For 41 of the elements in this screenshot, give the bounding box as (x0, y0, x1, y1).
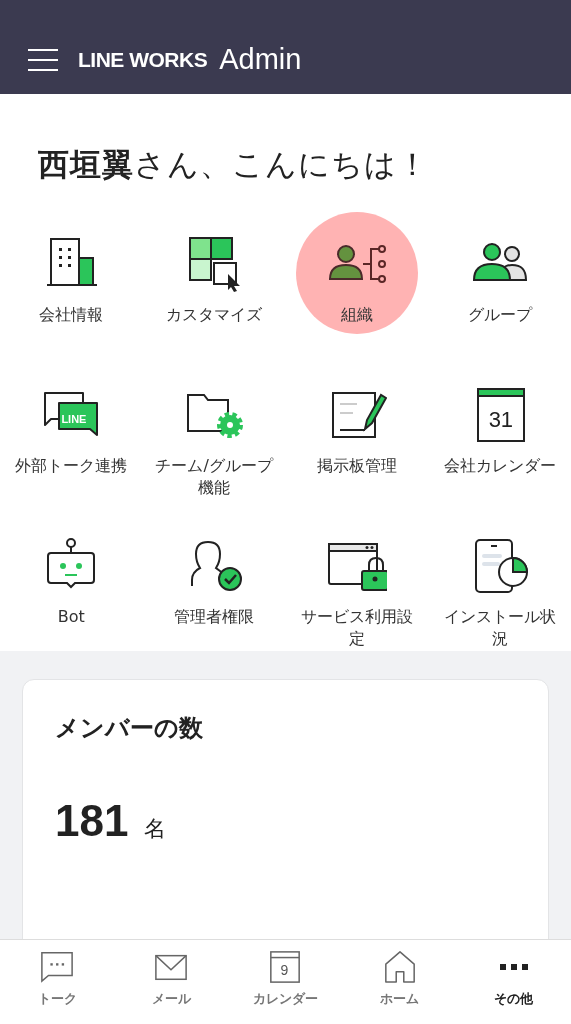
card-title: メンバーの数 (55, 713, 204, 744)
app-title: Admin (219, 43, 302, 76)
menu-label: Bot (57, 606, 85, 628)
calendar-day: 31 (488, 407, 514, 433)
menu-label: サービス利用設定 (299, 606, 414, 650)
menu-label: 外部トーク連携 (15, 455, 128, 477)
menu-item[interactable]: グループ (428, 212, 571, 363)
menu-label: 会社カレンダー (443, 455, 556, 477)
menu-icon[interactable] (28, 49, 58, 71)
nav-tab[interactable]: 9 カレンダー (228, 940, 343, 1024)
nav-tab[interactable]: トーク (0, 940, 115, 1024)
menu-item[interactable]: 組織 (285, 212, 429, 363)
nav-tab[interactable]: その他 (456, 940, 571, 1024)
menu-item[interactable]: LINE 外部トーク連携 (0, 363, 143, 514)
menu-item[interactable]: 掲示板管理 (285, 363, 429, 514)
menu-label: 管理者権限 (174, 606, 255, 628)
calendar-icon (268, 950, 303, 984)
calendar-day: 9 (280, 962, 289, 978)
count-unit: 名 (144, 815, 167, 843)
menu-item[interactable]: チーム/グループ機能 (142, 363, 286, 514)
nav-tab[interactable]: メール (114, 940, 229, 1024)
menu-item[interactable]: 会社情報 (0, 212, 143, 363)
menu-item[interactable]: 管理者権限 (142, 514, 286, 665)
menu-label: カスタマイズ (166, 304, 263, 326)
chat-icon (40, 950, 75, 984)
menu-item[interactable]: Bot (0, 514, 143, 665)
greeting: 西垣翼さん、こんにちは！ (38, 145, 430, 184)
more-icon (499, 964, 528, 970)
menu-item[interactable]: カスタマイズ (142, 212, 286, 363)
menu-label: 掲示板管理 (316, 455, 397, 477)
nav-tab[interactable]: ホーム (342, 940, 457, 1024)
logo: LINE WORKS (78, 48, 208, 72)
menu-label: 組織 (340, 304, 373, 326)
member-count: 181 (55, 796, 129, 846)
menu-item[interactable]: 31 会社カレンダー (428, 363, 571, 514)
menu-label: 会社情報 (39, 304, 104, 326)
home-icon (382, 950, 417, 984)
menu-label: チーム/グループ機能 (154, 455, 275, 499)
menu-label: インストール状況 (442, 606, 557, 650)
line-label: LINE (61, 413, 87, 425)
menu-label: グループ (467, 304, 532, 326)
